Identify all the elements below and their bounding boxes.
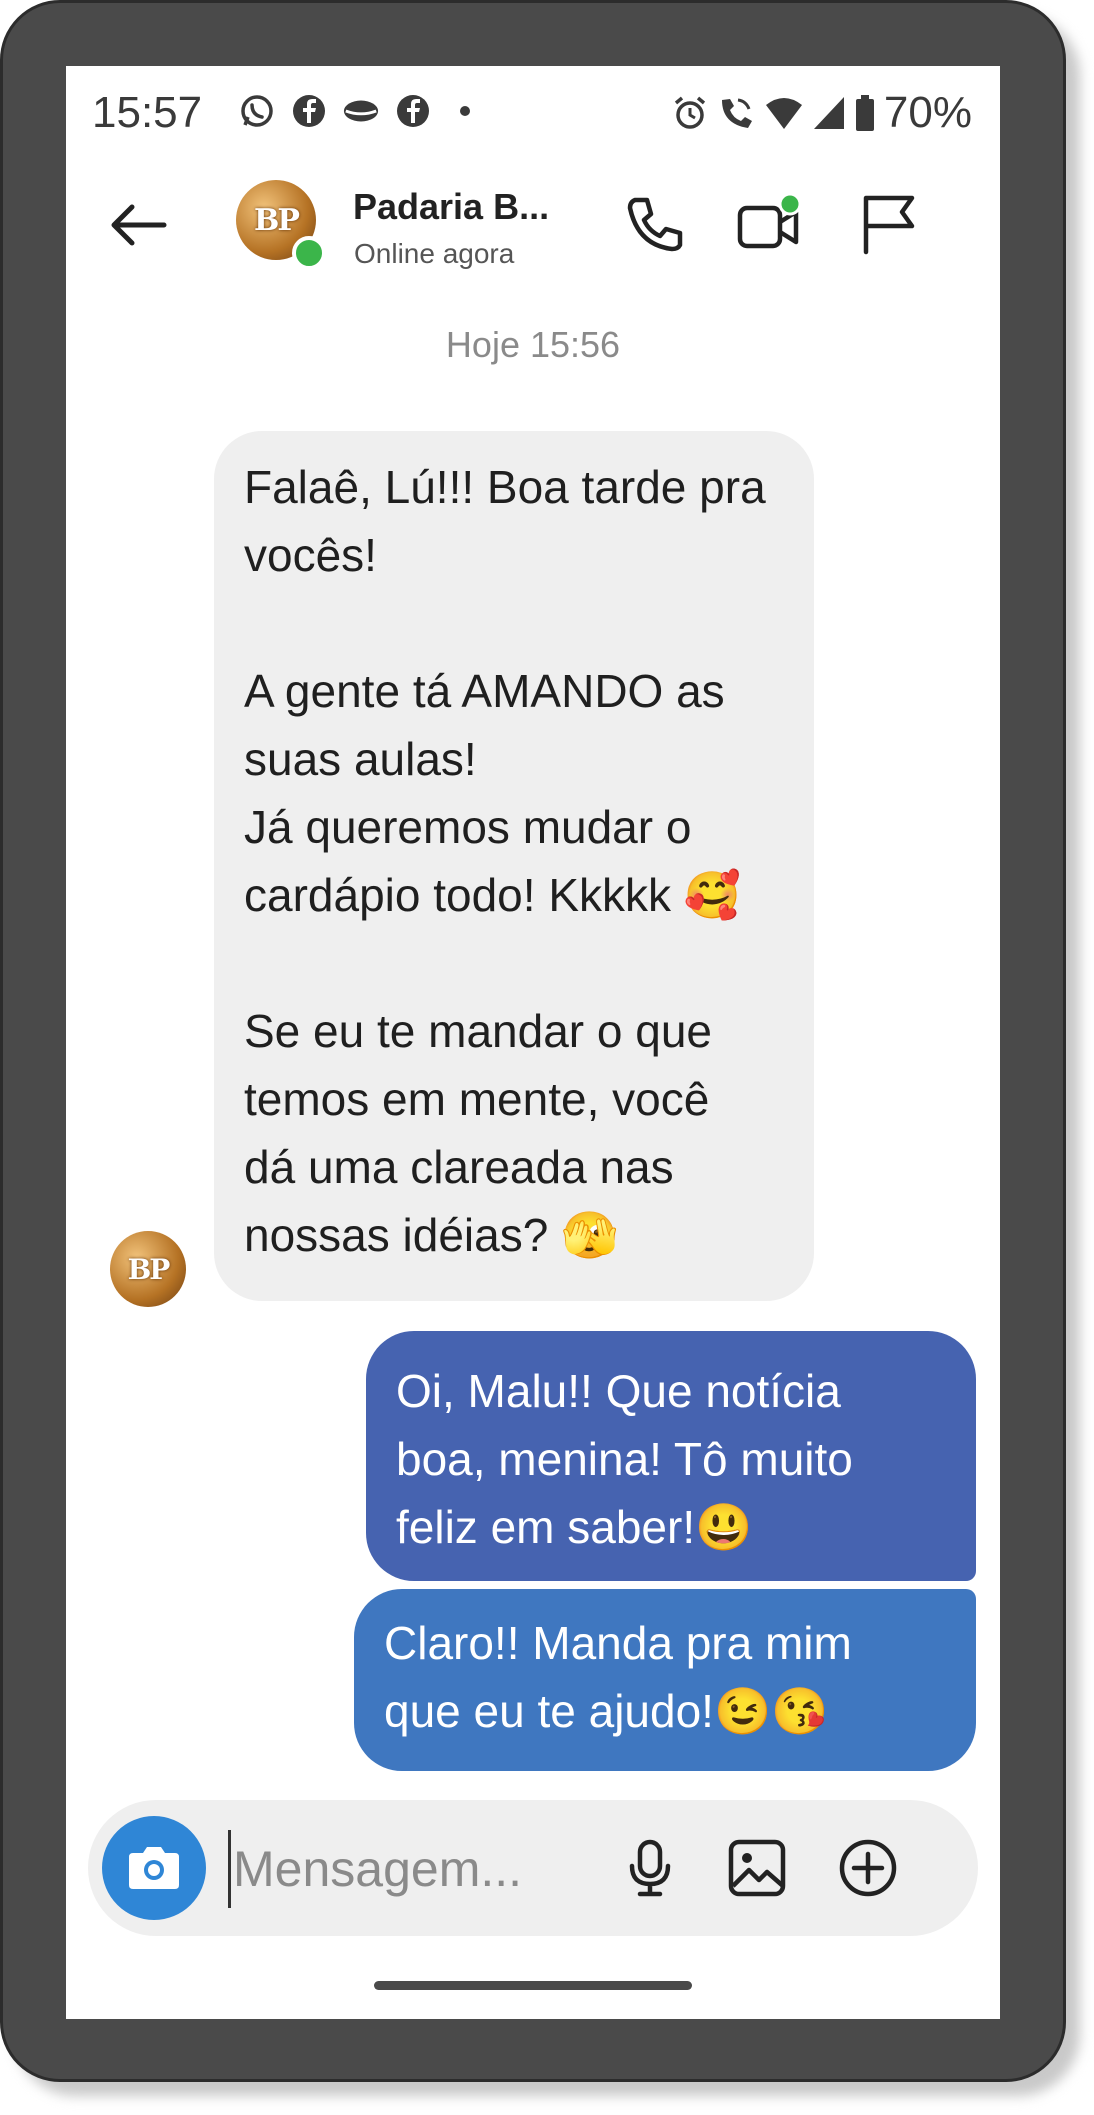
contact-status: Online agora: [354, 238, 515, 269]
back-button[interactable]: [104, 190, 174, 260]
online-indicator: [292, 236, 326, 270]
lips-icon: [342, 92, 380, 130]
microphone-icon: [629, 1839, 671, 1897]
status-bar: 15:57 70%: [66, 66, 1000, 158]
gallery-button[interactable]: [725, 1836, 789, 1900]
video-camera-icon: [737, 192, 802, 249]
facebook-icon: [290, 92, 328, 130]
report-button[interactable]: [854, 190, 922, 258]
contact-name[interactable]: Padaria B...: [353, 186, 549, 228]
contact-avatar[interactable]: BP: [236, 180, 326, 270]
video-call-button[interactable]: [734, 190, 802, 258]
arrow-left-icon: [111, 204, 167, 246]
facebook-icon: [394, 92, 432, 130]
plus-circle-icon: [839, 1839, 897, 1897]
wifi-call-icon: [721, 98, 752, 128]
avatar-initials: BP: [127, 1252, 171, 1286]
system-icons: 70%: [672, 88, 972, 138]
wifi-icon: [765, 98, 802, 129]
chat-header: BP Padaria B... Online agora: [66, 158, 1000, 298]
phone-icon: [627, 197, 683, 252]
flag-icon: [863, 195, 915, 255]
outgoing-message[interactable]: Oi, Malu!! Que notícia boa, menina! Tô m…: [366, 1331, 976, 1581]
outgoing-message[interactable]: Claro!! Manda pra mim que eu te ajudo!😉😘: [354, 1589, 976, 1771]
battery-percent: 70%: [883, 88, 972, 137]
battery-icon: [855, 95, 874, 131]
incoming-message[interactable]: Falaê, Lú!!! Boa tarde pra vocês! A gent…: [214, 431, 814, 1301]
date-separator: Hoje 15:56: [445, 324, 621, 365]
chat-screen: 15:57 70% BP Padaria B... Online agora H…: [66, 66, 1000, 2019]
sender-avatar[interactable]: BP: [110, 1231, 186, 1307]
more-actions-button[interactable]: [836, 1836, 900, 1900]
message-composer: [88, 1800, 978, 1936]
alarm-icon: [674, 96, 706, 129]
whatsapp-icon: [238, 92, 276, 130]
microphone-button[interactable]: [618, 1836, 682, 1900]
signal-icon: [813, 97, 844, 129]
message-input[interactable]: [228, 1830, 555, 1908]
status-time: 15:57: [92, 88, 203, 137]
camera-button[interactable]: [102, 1816, 206, 1920]
voice-call-button[interactable]: [621, 190, 689, 258]
dot-icon: [446, 92, 484, 130]
notification-icons: [238, 92, 484, 130]
avatar-initials: BP: [254, 202, 300, 238]
camera-icon: [129, 1847, 179, 1889]
home-indicator[interactable]: [374, 1981, 692, 1990]
image-icon: [728, 1839, 786, 1897]
